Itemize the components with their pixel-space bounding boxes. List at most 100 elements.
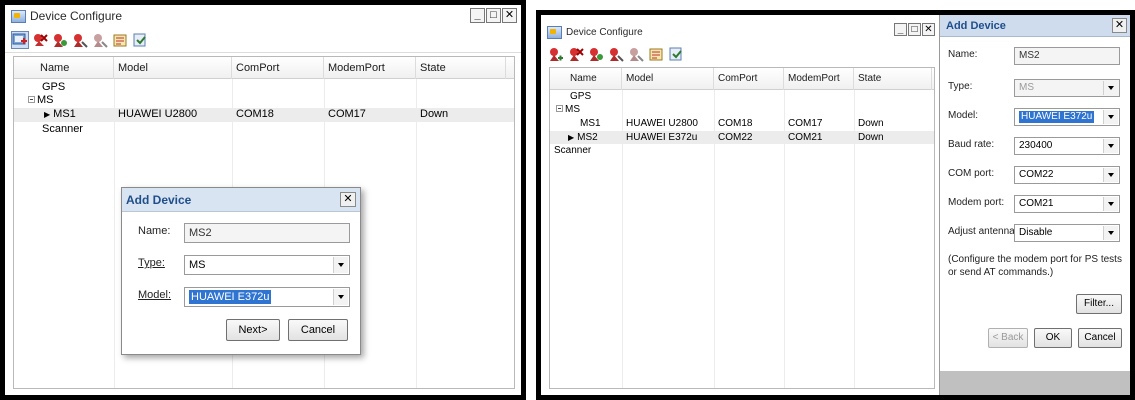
device-connect-icon[interactable] — [71, 31, 89, 49]
cell-comport: COM22 — [718, 132, 753, 143]
import-icon[interactable] — [667, 45, 685, 63]
table-row[interactable]: Scanner — [14, 123, 514, 136]
column-header-comport[interactable]: ComPort — [714, 68, 784, 90]
table-row[interactable]: MS — [14, 94, 514, 107]
current-row-arrow-icon: ▶ — [568, 133, 575, 142]
cell-model: HUAWEI U2800 — [118, 108, 198, 120]
panel-footer — [940, 371, 1130, 395]
add-device-dialog: Add Device ✕ Name: MS2 Type: MS Model: H… — [121, 187, 361, 355]
device-connect-icon[interactable] — [607, 45, 625, 63]
baud-rate-select[interactable]: 230400 — [1014, 137, 1120, 155]
delete-device-icon[interactable] — [31, 31, 49, 49]
cell-name: GPS — [42, 81, 66, 93]
export-icon[interactable] — [647, 45, 665, 63]
cell-comport: COM18 — [718, 118, 753, 129]
window-controls: _ □ ✕ — [893, 23, 935, 36]
close-window-button[interactable]: ✕ — [922, 23, 935, 36]
close-window-button[interactable]: ✕ — [502, 8, 517, 23]
name-label: Name: — [948, 49, 978, 60]
modem-port-select[interactable]: COM21 — [1014, 195, 1120, 213]
grid-header: Name Model ComPort ModemPort State — [550, 68, 934, 90]
window-titlebar: Device Configure _ □ ✕ — [541, 21, 939, 43]
name-label: Name: — [138, 225, 171, 237]
dialog-close-button[interactable]: ✕ — [340, 192, 356, 207]
chevron-down-icon[interactable] — [1103, 110, 1118, 124]
app-icon — [11, 9, 26, 23]
table-row[interactable]: Scanner — [550, 145, 934, 157]
panel-close-button[interactable]: ✕ — [1112, 18, 1127, 33]
table-row[interactable]: GPS — [14, 81, 514, 94]
modem-port-label: Modem port: — [948, 197, 1005, 208]
column-header-model[interactable]: Model — [622, 68, 714, 90]
cell-name: MS — [565, 104, 580, 115]
table-row-selected[interactable]: ▶ MS2 HUAWEI E372u COM22 COM21 Down — [550, 131, 934, 144]
minimize-button[interactable]: _ — [894, 23, 907, 36]
toolbar — [541, 43, 939, 65]
device-disconnect-icon[interactable] — [91, 31, 109, 49]
column-header-state[interactable]: State — [416, 57, 506, 79]
cell-name: MS — [37, 94, 54, 106]
column-header-modemport[interactable]: ModemPort — [784, 68, 854, 90]
chevron-down-icon — [1103, 81, 1118, 95]
model-label: Model: — [138, 289, 172, 301]
current-row-arrow-icon: ▶ — [44, 110, 51, 119]
filter-button[interactable]: Filter... — [1076, 294, 1122, 314]
type-select: MS — [1014, 79, 1120, 97]
device-grid: Name Model ComPort ModemPort State GPS M… — [549, 67, 935, 389]
chevron-down-icon[interactable] — [1103, 226, 1118, 240]
app-icon — [547, 25, 562, 39]
add-device-icon[interactable] — [11, 30, 29, 49]
device-properties-icon[interactable] — [587, 45, 605, 63]
cell-modemport: COM21 — [788, 132, 823, 143]
chevron-down-icon[interactable] — [1103, 197, 1118, 211]
type-label: Type: — [948, 81, 973, 92]
modem-port-note: (Configure the modem port for PS tests o… — [948, 254, 1122, 278]
table-row[interactable]: MS — [550, 104, 934, 116]
column-header-modemport[interactable]: ModemPort — [324, 57, 416, 79]
add-device-icon[interactable] — [547, 45, 565, 63]
table-row[interactable]: GPS — [550, 91, 934, 103]
column-header-name[interactable]: Name — [550, 68, 622, 90]
chevron-down-icon[interactable] — [1103, 139, 1118, 153]
cell-model: HUAWEI E372u — [626, 132, 698, 143]
column-header-state[interactable]: State — [854, 68, 932, 90]
column-header-comport[interactable]: ComPort — [232, 57, 324, 79]
name-field[interactable]: MS2 — [184, 223, 350, 243]
window-title: Device Configure — [566, 26, 643, 38]
chevron-down-icon[interactable] — [333, 289, 348, 305]
export-icon[interactable] — [111, 31, 129, 49]
device-properties-icon[interactable] — [51, 31, 69, 49]
add-device-panel: Add Device ✕ Name: MS2 Type: MS Model: H… — [939, 15, 1130, 395]
table-row[interactable]: MS1 HUAWEI U2800 COM18 COM17 Down — [550, 118, 934, 130]
chevron-down-icon[interactable] — [333, 257, 348, 273]
table-row-selected[interactable]: ▶ MS1 HUAWEI U2800 COM18 COM17 Down — [14, 108, 514, 122]
chevron-down-icon[interactable] — [1103, 168, 1118, 182]
cancel-button[interactable]: Cancel — [288, 319, 348, 341]
device-disconnect-icon[interactable] — [627, 45, 645, 63]
model-select[interactable]: HUAWEI E372u — [184, 287, 350, 307]
cell-comport: COM18 — [236, 108, 274, 120]
next-button[interactable]: Next> — [226, 319, 280, 341]
collapse-icon[interactable] — [556, 105, 563, 112]
delete-device-icon[interactable] — [567, 45, 585, 63]
cell-modemport: COM17 — [328, 108, 366, 120]
minimize-button[interactable]: _ — [470, 8, 485, 23]
device-configure-window: Device Configure _ □ ✕ Name Model ComPor… — [541, 15, 939, 395]
model-select[interactable]: HUAWEI E372u — [1014, 108, 1120, 126]
maximize-button[interactable]: □ — [908, 23, 921, 36]
column-header-name[interactable]: Name — [14, 57, 114, 79]
adjust-antenna-select[interactable]: Disable — [1014, 224, 1120, 242]
ok-button[interactable]: OK — [1034, 328, 1072, 348]
com-port-select[interactable]: COM22 — [1014, 166, 1120, 184]
type-select[interactable]: MS — [184, 255, 350, 275]
cancel-button[interactable]: Cancel — [1078, 328, 1122, 348]
left-screenshot-panel: Device Configure _ □ ✕ Name Model ComPor… — [0, 0, 526, 400]
name-field[interactable]: MS2 — [1014, 47, 1120, 65]
column-header-model[interactable]: Model — [114, 57, 232, 79]
import-icon[interactable] — [131, 31, 149, 49]
collapse-icon[interactable] — [28, 96, 35, 103]
maximize-button[interactable]: □ — [486, 8, 501, 23]
cell-model: HUAWEI U2800 — [626, 118, 698, 129]
grid-header: Name Model ComPort ModemPort State — [14, 57, 514, 79]
com-port-label: COM port: — [948, 168, 995, 179]
